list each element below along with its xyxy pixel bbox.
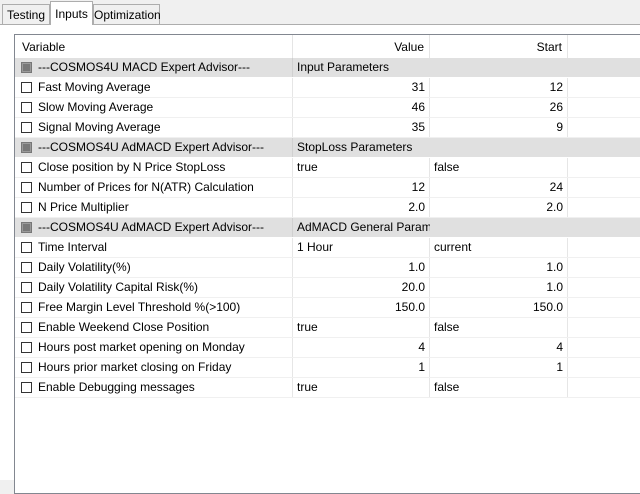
- start-cell: [430, 58, 568, 77]
- variable-name: Daily Volatility Capital Risk(%): [15, 278, 293, 297]
- table-row[interactable]: Enable Weekend Close Position true false: [15, 318, 640, 338]
- table-row[interactable]: Hours post market opening on Monday 4 4: [15, 338, 640, 358]
- table-row[interactable]: Hours prior market closing on Friday 1 1: [15, 358, 640, 378]
- value-cell: Input Parameters: [297, 60, 390, 74]
- variable-name: Hours post market opening on Monday: [15, 338, 293, 357]
- table-body: ---COSMOS4U MACD Expert Advisor--- Input …: [15, 58, 640, 398]
- value-cell[interactable]: true: [293, 318, 430, 337]
- start-cell[interactable]: false: [430, 378, 568, 397]
- step-cell: [568, 318, 640, 337]
- step-cell: [568, 138, 640, 157]
- start-cell[interactable]: 4: [430, 338, 568, 357]
- group-row[interactable]: ---COSMOS4U AdMACD Expert Advisor--- Stop…: [15, 138, 640, 158]
- start-cell: [430, 138, 568, 157]
- table-row[interactable]: Free Margin Level Threshold %(>100) 150.0…: [15, 298, 640, 318]
- start-cell[interactable]: current: [430, 238, 568, 257]
- group-row[interactable]: ---COSMOS4U AdMACD Expert Advisor--- AdMA…: [15, 218, 640, 238]
- start-cell[interactable]: 1: [430, 358, 568, 377]
- start-cell[interactable]: 1.0: [430, 258, 568, 277]
- variable-name: Time Interval: [15, 238, 293, 257]
- variable-name: Number of Prices for N(ATR) Calculation: [15, 178, 293, 197]
- tab-bar: Testing Inputs Optimization: [0, 0, 640, 25]
- variable-name: Hours prior market closing on Friday: [15, 358, 293, 377]
- step-cell: [568, 158, 640, 177]
- variable-name: ---COSMOS4U AdMACD Expert Advisor---: [15, 218, 293, 237]
- variable-name: Fast Moving Average: [15, 78, 293, 97]
- table-row[interactable]: Daily Volatility(%) 1.0 1.0: [15, 258, 640, 278]
- start-cell[interactable]: 150.0: [430, 298, 568, 317]
- value-cell[interactable]: 1 Hour: [293, 238, 430, 257]
- step-cell: [568, 178, 640, 197]
- variable-name: Signal Moving Average: [15, 118, 293, 137]
- inputs-panel: Variable Value Start ---COSMOS4U MACD Ex…: [0, 25, 640, 494]
- value-cell: StopLoss Parameters: [297, 140, 413, 154]
- start-cell[interactable]: 2.0: [430, 198, 568, 217]
- table-row[interactable]: N Price Multiplier 2.0 2.0: [15, 198, 640, 218]
- column-header-value[interactable]: Value: [293, 35, 430, 58]
- step-cell: [568, 198, 640, 217]
- step-cell: [568, 378, 640, 397]
- column-header-start[interactable]: Start: [430, 35, 568, 58]
- step-cell: [568, 78, 640, 97]
- table-header: Variable Value Start: [15, 35, 640, 59]
- value-cell[interactable]: 4: [293, 338, 430, 357]
- tab-inputs[interactable]: Inputs: [50, 1, 93, 25]
- value-cell: AdMACD General Parameters: [297, 220, 430, 234]
- start-cell[interactable]: 24: [430, 178, 568, 197]
- value-cell[interactable]: 150.0: [293, 298, 430, 317]
- table-row[interactable]: Close position by N Price StopLoss true fa…: [15, 158, 640, 178]
- step-cell: [568, 298, 640, 317]
- start-cell[interactable]: 26: [430, 98, 568, 117]
- table-row[interactable]: Signal Moving Average 35 9: [15, 118, 640, 138]
- variable-name: Daily Volatility(%): [15, 258, 293, 277]
- variable-name: Free Margin Level Threshold %(>100): [15, 298, 293, 317]
- column-header-variable[interactable]: Variable: [15, 35, 293, 58]
- value-cell[interactable]: 31: [293, 78, 430, 97]
- variable-name: N Price Multiplier: [15, 198, 293, 217]
- step-cell: [568, 118, 640, 137]
- step-cell: [568, 278, 640, 297]
- variable-name: Slow Moving Average: [15, 98, 293, 117]
- value-cell[interactable]: 20.0: [293, 278, 430, 297]
- group-row[interactable]: ---COSMOS4U MACD Expert Advisor--- Input …: [15, 58, 640, 78]
- step-cell: [568, 58, 640, 77]
- step-cell: [568, 238, 640, 257]
- table-row[interactable]: Number of Prices for N(ATR) Calculation 1…: [15, 178, 640, 198]
- table-row[interactable]: Fast Moving Average 31 12: [15, 78, 640, 98]
- value-cell[interactable]: 12: [293, 178, 430, 197]
- value-cell[interactable]: true: [293, 158, 430, 177]
- value-cell[interactable]: 35: [293, 118, 430, 137]
- step-cell: [568, 218, 640, 237]
- table-row[interactable]: Time Interval 1 Hour current: [15, 238, 640, 258]
- value-cell[interactable]: 2.0: [293, 198, 430, 217]
- value-cell[interactable]: 46: [293, 98, 430, 117]
- variable-name: Enable Weekend Close Position: [15, 318, 293, 337]
- start-cell[interactable]: 9: [430, 118, 568, 137]
- step-cell: [568, 358, 640, 377]
- variable-name: ---COSMOS4U AdMACD Expert Advisor---: [15, 138, 293, 157]
- table-row[interactable]: Daily Volatility Capital Risk(%) 20.0 1.0: [15, 278, 640, 298]
- start-cell[interactable]: 1.0: [430, 278, 568, 297]
- table-row[interactable]: Enable Debugging messages true false: [15, 378, 640, 398]
- value-cell[interactable]: true: [293, 378, 430, 397]
- value-cell[interactable]: 1: [293, 358, 430, 377]
- inputs-table: Variable Value Start ---COSMOS4U MACD Ex…: [14, 34, 640, 494]
- start-cell[interactable]: 12: [430, 78, 568, 97]
- table-row[interactable]: Slow Moving Average 46 26: [15, 98, 640, 118]
- step-cell: [568, 338, 640, 357]
- value-cell[interactable]: 1.0: [293, 258, 430, 277]
- variable-name: Close position by N Price StopLoss: [15, 158, 293, 177]
- start-cell[interactable]: false: [430, 158, 568, 177]
- variable-name: Enable Debugging messages: [15, 378, 293, 397]
- variable-name: ---COSMOS4U MACD Expert Advisor---: [15, 58, 293, 77]
- step-cell: [568, 258, 640, 277]
- tab-testing[interactable]: Testing: [2, 4, 50, 24]
- step-cell: [568, 98, 640, 117]
- tab-optimization[interactable]: Optimization: [93, 4, 161, 24]
- start-cell: [430, 218, 568, 237]
- start-cell[interactable]: false: [430, 318, 568, 337]
